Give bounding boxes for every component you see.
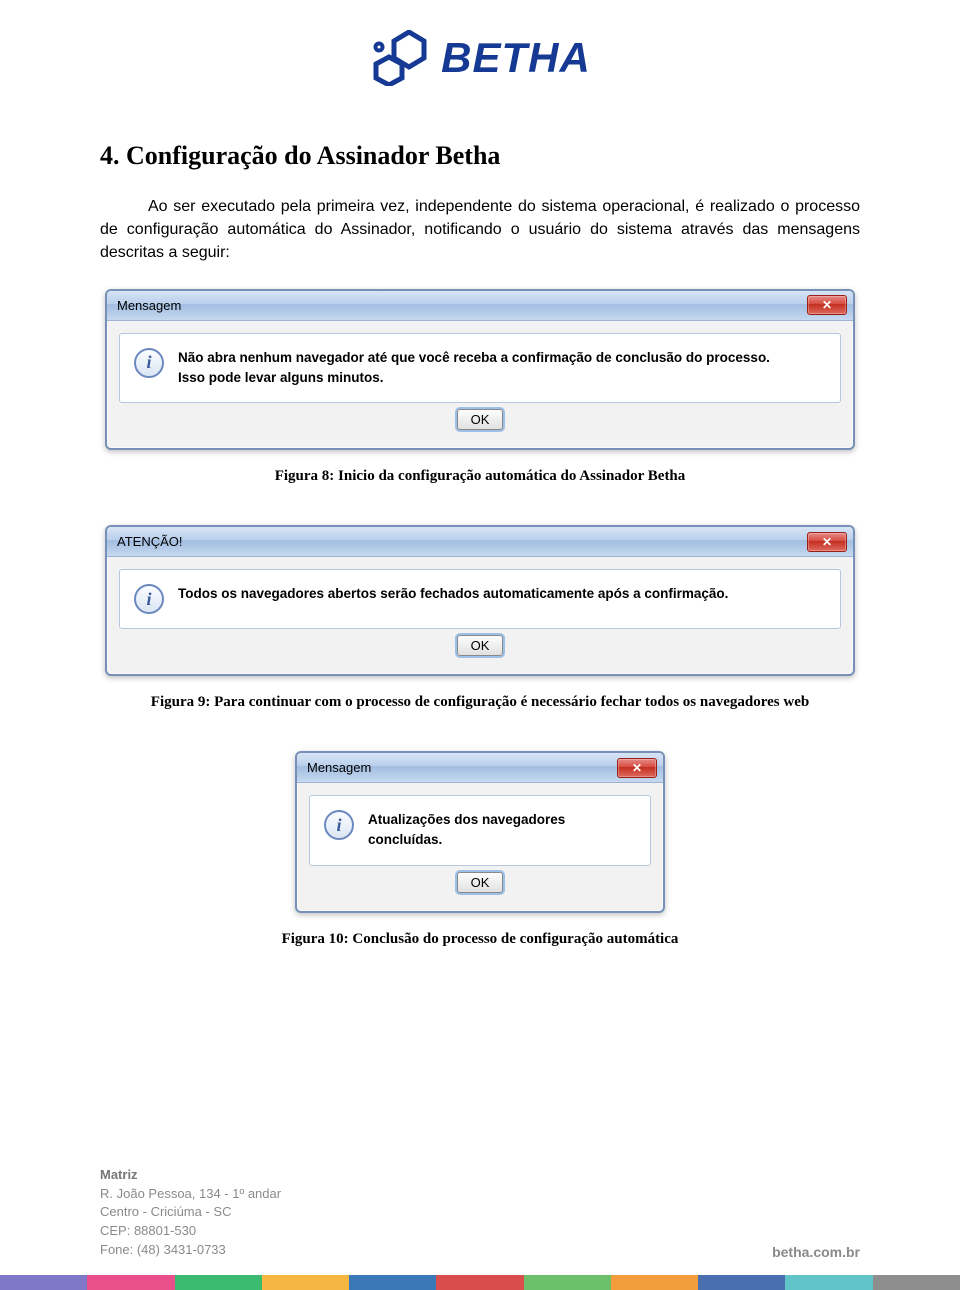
dialog-mensagem-1: Mensagem ✕ i Não abra nenhum navegador a… xyxy=(105,289,855,451)
footer-line1: R. João Pessoa, 134 - 1º andar xyxy=(100,1185,281,1204)
ok-button[interactable]: OK xyxy=(457,872,503,893)
ok-button[interactable]: OK xyxy=(457,409,503,430)
logo-text: BETHA xyxy=(441,34,591,82)
footer-address: Matriz R. João Pessoa, 134 - 1º andar Ce… xyxy=(100,1166,281,1260)
dialog2-message: Todos os navegadores abertos serão fecha… xyxy=(178,584,728,604)
close-icon[interactable]: ✕ xyxy=(807,532,847,552)
footer-line3: CEP: 88801-530 xyxy=(100,1222,281,1241)
dialog2-line1: Todos os navegadores abertos serão fecha… xyxy=(178,586,728,601)
dialog3-message: Atualizações dos navegadores concluídas. xyxy=(368,810,636,851)
footer-line2: Centro - Criciúma - SC xyxy=(100,1203,281,1222)
figure-9-caption: Figura 9: Para continuar com o processo … xyxy=(100,694,860,711)
dialog1-message: Não abra nenhum navegador até que você r… xyxy=(178,348,770,389)
betha-hex-icon xyxy=(369,30,429,86)
dialog3-line1: Atualizações dos navegadores concluídas. xyxy=(368,812,565,847)
dialog3-title: Mensagem xyxy=(307,760,371,775)
footer-url: betha.com.br xyxy=(772,1244,860,1260)
dialog2-title: ATENÇÃO! xyxy=(117,534,183,549)
footer-matriz: Matriz xyxy=(100,1166,281,1185)
info-icon: i xyxy=(134,584,164,614)
ok-button[interactable]: OK xyxy=(457,635,503,656)
header-logo: BETHA xyxy=(100,30,860,91)
info-icon: i xyxy=(134,348,164,378)
footer-line4: Fone: (48) 3431-0733 xyxy=(100,1241,281,1260)
section-title: 4. Configuração do Assinador Betha xyxy=(100,141,860,171)
dialog1-title: Mensagem xyxy=(117,298,181,313)
intro-paragraph: Ao ser executado pela primeira vez, inde… xyxy=(100,195,860,265)
close-icon[interactable]: ✕ xyxy=(807,295,847,315)
figure-8-caption: Figura 8: Inicio da configuração automát… xyxy=(100,468,860,485)
close-icon[interactable]: ✕ xyxy=(617,758,657,778)
dialog-atencao: ATENÇÃO! ✕ i Todos os navegadores aberto… xyxy=(105,525,855,676)
dialog1-line1: Não abra nenhum navegador até que você r… xyxy=(178,350,770,365)
info-icon: i xyxy=(324,810,354,840)
figure-10-caption: Figura 10: Conclusão do processo de conf… xyxy=(100,931,860,948)
dialog-mensagem-2: Mensagem ✕ i Atualizações dos navegadore… xyxy=(295,751,665,913)
dialog1-line2: Isso pode levar alguns minutos. xyxy=(178,368,770,388)
footer-color-stripe xyxy=(0,1275,960,1290)
